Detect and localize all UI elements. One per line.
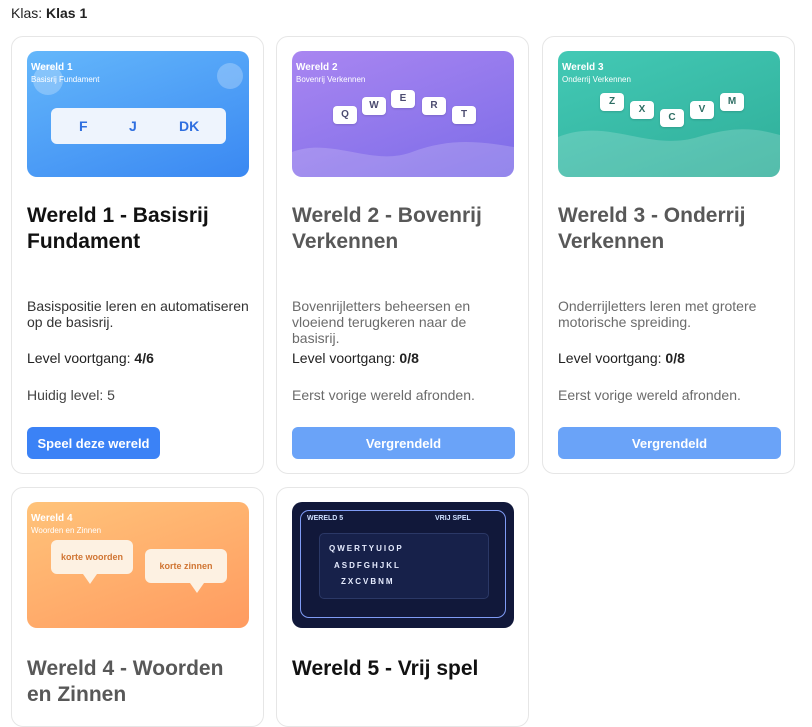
world-card-4: Wereld 4 Woorden en Zinnen korte woorden… [11, 487, 264, 727]
world-title: Wereld 4 - Woorden en Zinnen [27, 657, 224, 706]
home-row-keys: F J DK [51, 108, 226, 144]
world-description: Onderrijletters leren met grotere motori… [558, 298, 757, 330]
speech-bubble-words: korte woorden [51, 540, 133, 574]
keyboard-row-bottom: ZXCVBNM [341, 577, 395, 586]
world-4-thumbnail: Wereld 4 Woorden en Zinnen korte woorden… [27, 502, 249, 628]
thumb-world-subtitle: Woorden en Zinnen [31, 526, 102, 535]
locked-message: Eerst vorige wereld afronden. [292, 387, 475, 403]
world-description: Basispositie leren en automatiseren op d… [27, 298, 249, 330]
key-z: Z [600, 93, 624, 111]
level-progress: Level voortgang: 0/8 [558, 350, 685, 366]
world-5-thumbnail: WERELD 5 VRIJ SPEL QWERTYUIOP ASDFGHJKL … [292, 502, 514, 628]
decor-circle [217, 63, 243, 89]
current-level: Huidig level: 5 [27, 387, 115, 403]
world-title: Wereld 1 - Basisrij Fundament [27, 204, 209, 253]
key-dk: DK [179, 118, 200, 134]
thumb-world-subtitle: Bovenrij Verkennen [296, 75, 366, 84]
bubble-tail [190, 583, 204, 593]
key-x: X [630, 101, 654, 119]
key-v: V [690, 101, 714, 119]
world-title: Wereld 2 - Bovenrij Verkennen [292, 204, 482, 253]
world-description: Bovenrijletters beheersen en vloeiend te… [292, 298, 471, 346]
key-e: E [391, 90, 415, 108]
world-card-2: Wereld 2 Bovenrij Verkennen Q W E R T We… [276, 36, 529, 474]
thumb-mode-label: VRIJ SPEL [435, 515, 471, 522]
thumb-world-subtitle: Onderrij Verkennen [562, 75, 631, 84]
world-3-thumbnail: Wereld 3 Onderrij Verkennen Z X C V M [558, 51, 780, 177]
key-r: R [422, 97, 446, 115]
level-progress: Level voortgang: 0/8 [292, 350, 419, 366]
class-value: Klas 1 [46, 5, 88, 21]
wave-decoration [292, 142, 514, 177]
key-f: F [79, 118, 88, 134]
locked-message: Eerst vorige wereld afronden. [558, 387, 741, 403]
key-j: J [129, 118, 137, 134]
progress-label: Level voortgang: [27, 350, 131, 366]
progress-value: 0/8 [665, 350, 685, 366]
key-m: M [720, 93, 744, 111]
key-q: Q [333, 106, 357, 124]
progress-label: Level voortgang: [292, 350, 396, 366]
level-progress: Level voortgang: 4/6 [27, 350, 154, 366]
bubble-tail [83, 574, 97, 584]
progress-value: 4/6 [134, 350, 154, 366]
world-title: Wereld 3 - Onderrij Verkennen [558, 204, 746, 253]
progress-value: 0/8 [399, 350, 419, 366]
world-title: Wereld 5 - Vrij spel [292, 657, 479, 680]
locked-button[interactable]: Vergrendeld [558, 427, 781, 459]
key-w: W [362, 97, 386, 115]
key-t: T [452, 106, 476, 124]
world-card-1: Wereld 1 Basisrij Fundament F J DK Werel… [11, 36, 264, 474]
play-world-button[interactable]: Speel deze wereld [27, 427, 160, 459]
thumb-world-name: Wereld 4 [31, 513, 73, 524]
thumb-world-name: Wereld 3 [562, 62, 604, 73]
class-indicator: Klas: Klas 1 [11, 5, 87, 21]
keyboard-screen: QWERTYUIOP ASDFGHJKL ZXCVBNM [319, 533, 489, 599]
key-c: C [660, 109, 684, 127]
thumb-world-name: Wereld 2 [296, 62, 338, 73]
thumb-world-subtitle: Basisrij Fundament [31, 75, 100, 84]
keyboard-row-home: ASDFGHJKL [334, 561, 401, 570]
world-1-thumbnail: Wereld 1 Basisrij Fundament F J DK [27, 51, 249, 177]
world-2-thumbnail: Wereld 2 Bovenrij Verkennen Q W E R T [292, 51, 514, 177]
thumb-world-name: Wereld 1 [31, 62, 73, 73]
speech-bubble-sentences: korte zinnen [145, 549, 227, 583]
world-card-3: Wereld 3 Onderrij Verkennen Z X C V M We… [542, 36, 795, 474]
thumb-world-label: WERELD 5 [307, 515, 344, 522]
keyboard-row-top: QWERTYUIOP [329, 544, 404, 553]
world-card-5: WERELD 5 VRIJ SPEL QWERTYUIOP ASDFGHJKL … [276, 487, 529, 727]
class-label: Klas: [11, 5, 43, 21]
locked-button[interactable]: Vergrendeld [292, 427, 515, 459]
progress-label: Level voortgang: [558, 350, 662, 366]
